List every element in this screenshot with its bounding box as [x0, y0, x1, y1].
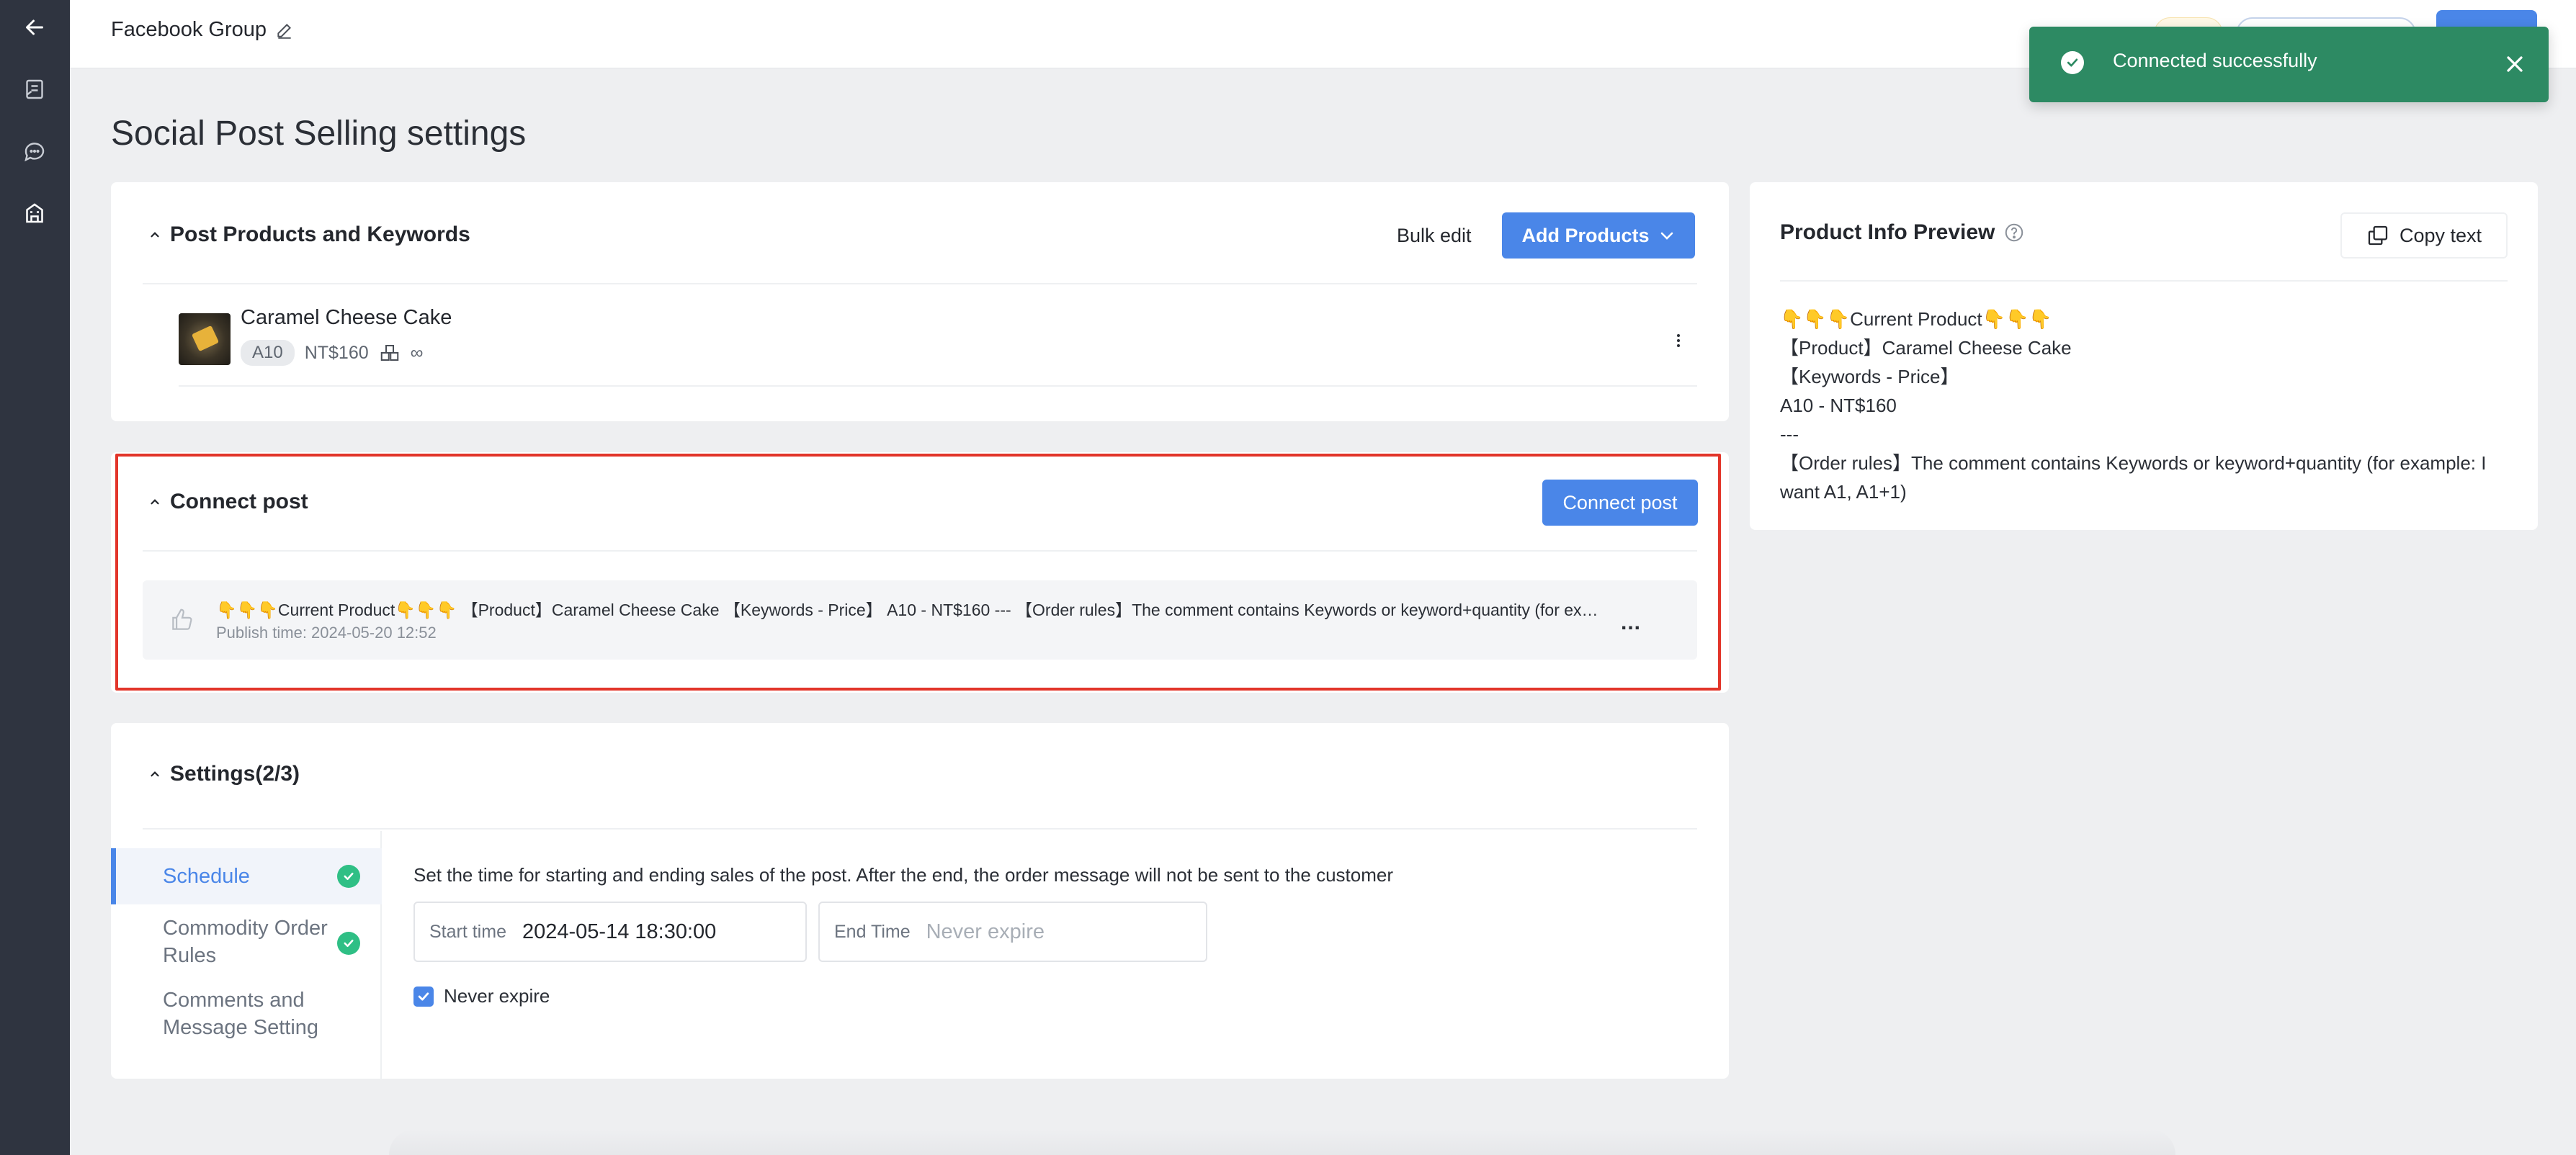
connect-post-card: Connect post Connect post 👇👇👇Current Pro… — [111, 452, 1729, 693]
back-arrow-icon[interactable] — [13, 6, 56, 49]
never-expire-checkbox[interactable] — [413, 986, 434, 1007]
product-stock: ∞ — [410, 342, 424, 363]
add-products-button[interactable]: Add Products — [1502, 212, 1695, 259]
end-time-placeholder: Never expire — [926, 920, 1045, 943]
products-divider — [143, 283, 1697, 284]
settings-section-title: Settings(2/3) — [170, 762, 300, 786]
products-section-toggle[interactable]: Post Products and Keywords — [148, 223, 470, 247]
product-row-divider — [179, 385, 1697, 387]
start-time-value: 2024-05-14 18:30:00 — [522, 920, 717, 943]
keyword-tag: A10 — [241, 340, 295, 366]
preview-line: 【Keywords - Price】 — [1780, 366, 1959, 387]
group-title: Facebook Group — [111, 18, 294, 42]
close-icon[interactable] — [2502, 51, 2528, 77]
post-document-icon[interactable] — [13, 68, 56, 111]
product-meta: A10 NT$160 ∞ — [241, 340, 423, 366]
settings-card: Settings(2/3) Schedule Commodity Order R… — [111, 723, 1729, 1079]
chevron-down-icon — [1660, 232, 1673, 240]
pencil-edit-icon[interactable] — [275, 21, 294, 40]
settings-nav: Schedule Commodity Order Rules Comments … — [111, 831, 382, 1079]
connect-post-button[interactable]: Connect post — [1542, 480, 1698, 526]
success-toast: Connected successfully — [2029, 27, 2549, 102]
preview-divider — [1780, 280, 2508, 282]
preview-line: --- — [1780, 423, 1799, 445]
end-time-label: End Time — [834, 921, 911, 942]
connect-divider — [143, 550, 1697, 552]
product-price: NT$160 — [304, 342, 369, 363]
preview-line: 【Order rules】The comment contains Keywor… — [1780, 452, 2492, 503]
copy-text-button[interactable]: Copy text — [2340, 212, 2508, 259]
preview-line: A10 - NT$160 — [1780, 395, 1897, 416]
toast-message: Connected successfully — [2113, 50, 2317, 71]
preview-line: 👇👇👇Current Product👇👇👇 — [1780, 308, 2052, 330]
settings-nav-label: Schedule — [163, 865, 250, 888]
group-title-text: Facebook Group — [111, 18, 267, 41]
connect-section-toggle[interactable]: Connect post — [148, 490, 308, 514]
bulk-edit-button[interactable]: Bulk edit — [1397, 225, 1472, 247]
preview-title: Product Info Preview — [1780, 220, 2025, 245]
chevron-up-icon — [151, 232, 159, 238]
start-time-label: Start time — [429, 921, 506, 942]
active-indicator — [111, 848, 116, 904]
settings-divider — [143, 828, 1697, 830]
schedule-description: Set the time for starting and ending sal… — [413, 864, 1393, 886]
never-expire-option[interactable]: Never expire — [413, 985, 550, 1007]
post-more-button[interactable]: ... — [1621, 611, 1641, 635]
kebab-menu-icon[interactable] — [1670, 332, 1687, 349]
start-time-field[interactable]: Start time 2024-05-14 18:30:00 — [413, 902, 807, 962]
settings-nav-label: Comments and Message Setting — [163, 989, 319, 1039]
store-building-icon[interactable] — [13, 192, 56, 235]
preview-body: 👇👇👇Current Product👇👇👇 【Product】Caramel C… — [1780, 305, 2515, 506]
bottom-bar-edge — [389, 1129, 2175, 1155]
settings-nav-schedule[interactable]: Schedule — [111, 848, 382, 904]
thumbs-up-icon — [172, 608, 192, 630]
product-thumbnail — [179, 313, 231, 365]
chat-bubble-icon[interactable] — [13, 130, 56, 173]
product-info-preview-card: Product Info Preview Copy text 👇👇👇Curren… — [1750, 182, 2538, 530]
copy-icon — [2368, 225, 2388, 246]
copy-text-label: Copy text — [2399, 224, 2482, 246]
page-title: Social Post Selling settings — [111, 114, 527, 153]
check-complete-icon — [337, 865, 360, 888]
never-expire-label: Never expire — [444, 985, 550, 1007]
post-content: 👇👇👇Current Product👇👇👇 【Product】Caramel C… — [216, 601, 1599, 619]
app-page: Facebook Group Connected successfully So… — [0, 0, 2576, 1155]
connected-post-row[interactable]: 👇👇👇Current Product👇👇👇 【Product】Caramel C… — [143, 580, 1697, 660]
settings-nav-label: Commodity Order Rules — [163, 917, 328, 967]
inventory-boxes-icon — [380, 345, 398, 361]
check-complete-icon — [337, 932, 360, 955]
connect-section-title: Connect post — [170, 490, 308, 513]
left-rail — [0, 0, 70, 1155]
product-name: Caramel Cheese Cake — [241, 306, 452, 329]
post-publish-time: Publish time: 2024-05-20 12:52 — [216, 624, 437, 642]
check-circle-icon — [2061, 51, 2084, 74]
chevron-up-icon — [151, 499, 159, 505]
settings-section-toggle[interactable]: Settings(2/3) — [148, 762, 300, 786]
settings-nav-comments[interactable]: Comments and Message Setting — [111, 984, 382, 1048]
preview-line: 【Product】Caramel Cheese Cake — [1780, 337, 2072, 359]
add-products-label: Add Products — [1521, 224, 1650, 246]
products-section-title: Post Products and Keywords — [170, 223, 470, 246]
preview-title-text: Product Info Preview — [1780, 220, 1995, 244]
chevron-up-icon — [151, 771, 159, 777]
help-circle-icon[interactable] — [2003, 222, 2025, 243]
end-time-field[interactable]: End Time Never expire — [818, 902, 1207, 962]
products-card: Post Products and Keywords Bulk edit Add… — [111, 182, 1729, 421]
settings-nav-order-rules[interactable]: Commodity Order Rules — [111, 910, 382, 975]
